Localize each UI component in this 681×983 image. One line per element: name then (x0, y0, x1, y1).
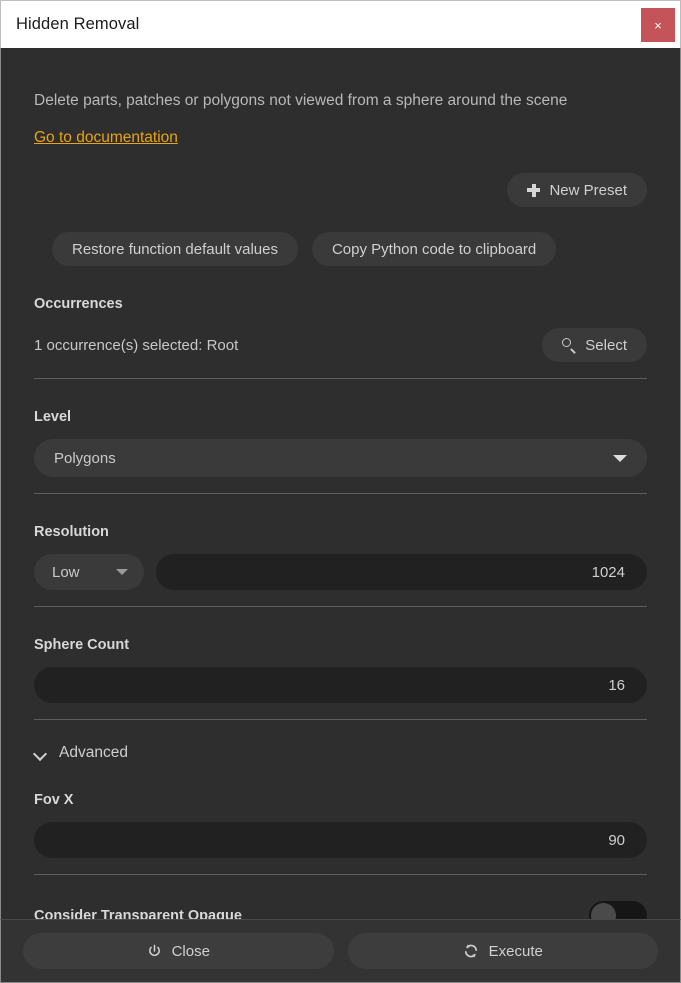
toggle-knob (591, 903, 616, 919)
chevron-down-icon (116, 569, 128, 575)
preset-row: New Preset (34, 173, 647, 207)
level-header: Level (34, 409, 647, 425)
resolution-row: Low 1024 (34, 554, 647, 590)
new-preset-label: New Preset (549, 182, 627, 199)
divider (34, 493, 647, 494)
resolution-preset-value: Low (52, 564, 80, 581)
resolution-value: 1024 (592, 564, 625, 581)
execute-button[interactable]: Execute (348, 933, 659, 969)
dialog-body: Delete parts, patches or polygons not vi… (0, 48, 681, 919)
new-preset-button[interactable]: New Preset (507, 173, 647, 207)
chevron-down-icon (34, 749, 47, 757)
title-bar: Hidden Removal × (0, 0, 681, 48)
transparent-opaque-toggle[interactable] (589, 901, 647, 919)
refresh-icon (463, 943, 479, 959)
copy-python-button[interactable]: Copy Python code to clipboard (312, 232, 556, 266)
restore-defaults-button[interactable]: Restore function default values (52, 232, 298, 266)
execute-button-label: Execute (489, 943, 543, 960)
restore-defaults-label: Restore function default values (72, 241, 278, 258)
resolution-value-input[interactable]: 1024 (156, 554, 647, 590)
advanced-label: Advanced (59, 744, 128, 762)
copy-python-label: Copy Python code to clipboard (332, 241, 536, 258)
sphere-count-value: 16 (608, 677, 625, 694)
power-icon (147, 944, 162, 959)
select-occurrences-button[interactable]: Select (542, 328, 647, 362)
dialog-content: Delete parts, patches or polygons not vi… (1, 48, 680, 919)
divider (34, 874, 647, 875)
advanced-section-toggle[interactable]: Advanced (34, 744, 647, 762)
sphere-count-header: Sphere Count (34, 637, 647, 653)
sphere-count-row: 16 (34, 667, 647, 703)
close-window-button[interactable]: × (641, 8, 675, 42)
level-dropdown[interactable]: Polygons (34, 439, 647, 477)
transparent-opaque-row: Consider Transparent Opaque (34, 901, 647, 919)
resolution-preset-dropdown[interactable]: Low (34, 554, 144, 590)
hidden-removal-dialog: Hidden Removal × Delete parts, patches o… (0, 0, 681, 983)
occurrences-header: Occurrences (34, 296, 647, 312)
documentation-link[interactable]: Go to documentation (34, 129, 178, 147)
divider (34, 606, 647, 607)
resolution-header: Resolution (34, 524, 647, 540)
chevron-down-icon (613, 455, 627, 462)
fov-x-input[interactable]: 90 (34, 822, 647, 858)
fov-x-row: 90 (34, 822, 647, 858)
divider (34, 719, 647, 720)
occurrences-summary: 1 occurrence(s) selected: Root (34, 337, 238, 354)
close-icon: × (654, 18, 662, 33)
description-text: Delete parts, patches or polygons not vi… (34, 48, 594, 112)
dialog-footer: Close Execute (0, 919, 681, 983)
sphere-count-input[interactable]: 16 (34, 667, 647, 703)
fov-x-header: Fov X (34, 792, 647, 808)
close-button[interactable]: Close (23, 933, 334, 969)
search-icon (562, 338, 576, 352)
occurrences-row: 1 occurrence(s) selected: Root Select (34, 328, 647, 362)
plus-icon (527, 184, 540, 197)
level-value: Polygons (54, 450, 116, 467)
close-button-label: Close (172, 943, 210, 960)
divider (34, 378, 647, 379)
transparent-opaque-label: Consider Transparent Opaque (34, 908, 242, 919)
select-label: Select (585, 337, 627, 354)
action-buttons-row: Restore function default values Copy Pyt… (34, 232, 647, 266)
window-title: Hidden Removal (1, 15, 139, 34)
fov-x-value: 90 (608, 832, 625, 849)
